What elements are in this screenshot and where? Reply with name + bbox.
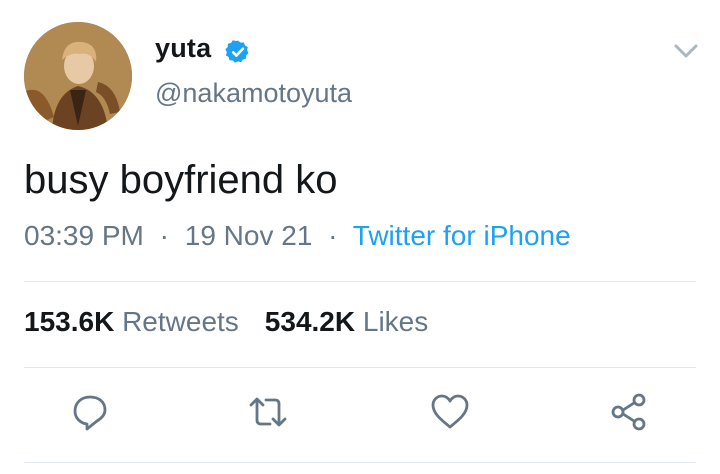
divider	[24, 462, 696, 463]
retweets-count: 153.6K	[24, 306, 115, 337]
meta-separator: ·	[159, 220, 169, 251]
heart-icon[interactable]	[430, 392, 470, 432]
user-handle[interactable]: @nakamotoyuta	[155, 78, 352, 109]
chevron-down-icon[interactable]	[673, 41, 699, 61]
retweets-stat[interactable]: 153.6K Retweets	[24, 306, 239, 337]
tweet-date: 19 Nov 21	[184, 220, 313, 251]
tweet-text: busy boyfriend ko	[24, 158, 338, 202]
tweet-stats: 153.6K Retweets 534.2K Likes	[24, 306, 428, 338]
tweet-meta: 03:39 PM · 19 Nov 21 · Twitter for iPhon…	[24, 220, 571, 252]
tweet-source-link[interactable]: Twitter for iPhone	[353, 220, 571, 251]
meta-separator: ·	[328, 220, 338, 251]
divider	[24, 281, 696, 282]
reply-icon[interactable]	[70, 392, 110, 432]
tweet-time: 03:39 PM	[24, 220, 144, 251]
display-name[interactable]: yuta	[155, 33, 211, 64]
retweet-icon[interactable]	[248, 392, 288, 432]
retweets-label: Retweets	[122, 306, 239, 337]
avatar[interactable]	[24, 22, 132, 130]
likes-count: 534.2K	[264, 306, 356, 337]
likes-stat[interactable]: 534.2K Likes	[265, 306, 428, 337]
likes-label: Likes	[362, 306, 429, 337]
avatar-image	[24, 22, 132, 130]
share-icon[interactable]	[609, 392, 649, 432]
divider	[24, 367, 696, 368]
verified-badge-icon	[225, 40, 249, 63]
